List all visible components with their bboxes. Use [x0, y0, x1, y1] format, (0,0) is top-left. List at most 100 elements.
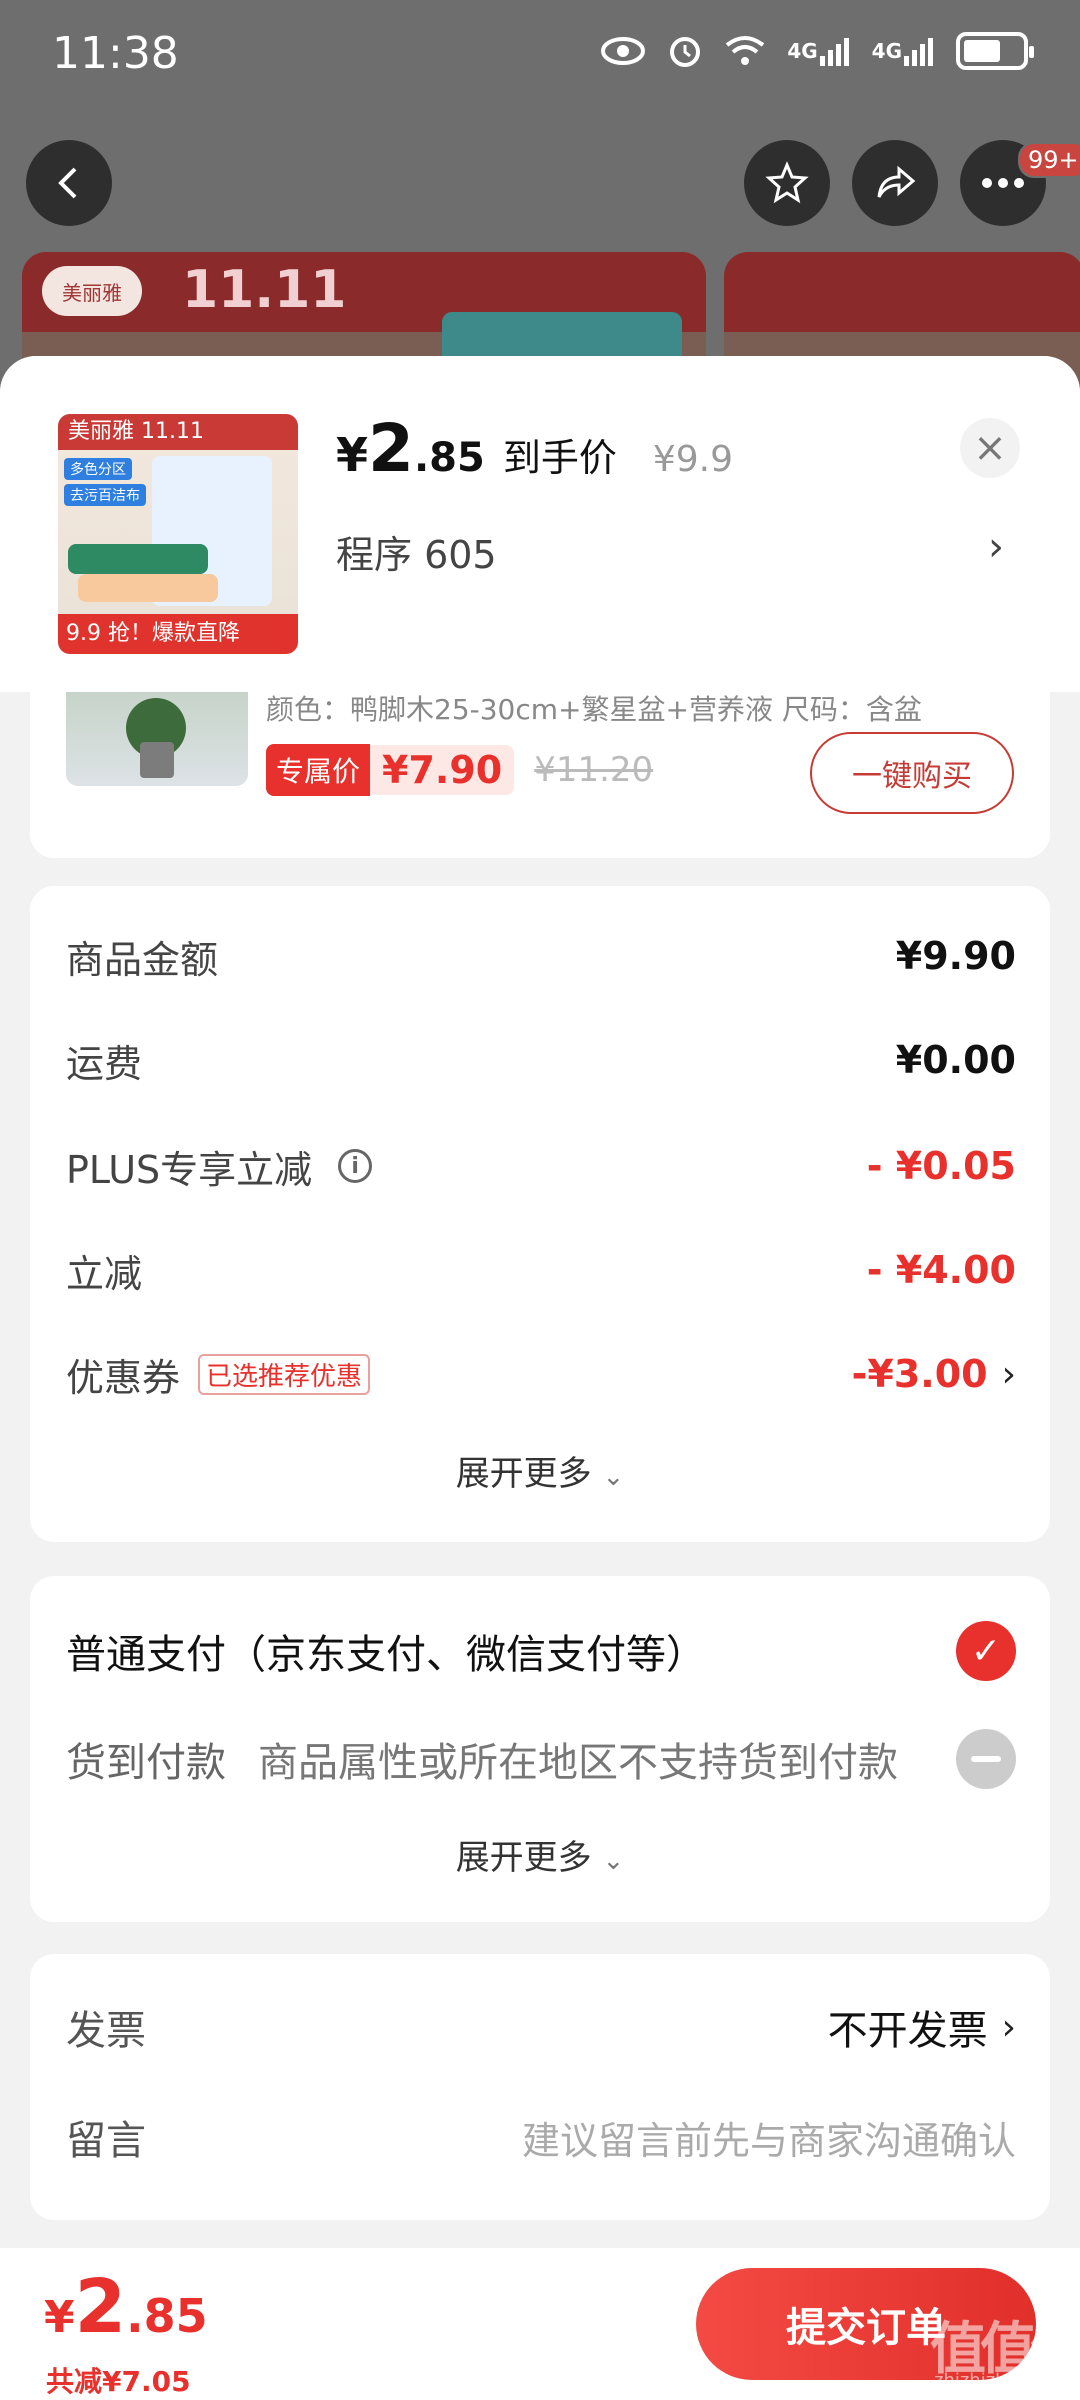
summary-row: 立减 - ¥4.00	[66, 1240, 1016, 1300]
thumb-sponge	[68, 544, 208, 574]
summary-value: - ¥0.05	[866, 1144, 1016, 1188]
top-nav	[0, 140, 1080, 232]
total-price-integer: 2	[74, 2264, 127, 2350]
one-click-buy-button[interactable]: 一键购买	[810, 732, 1014, 814]
network-type-2: 4G	[871, 39, 902, 63]
payment-label: 普通支付（京东支付、微信支付等）	[66, 1632, 706, 1678]
invoice-value: 不开发票	[827, 2008, 988, 2054]
disabled-icon	[956, 1729, 1016, 1789]
recommend-description: 颜色：鸭脚木25-30cm+繁星盆+营养液 尺码：含盆	[266, 693, 922, 722]
thumb-tag: 多色分区	[64, 458, 132, 480]
info-icon[interactable]: i	[338, 1149, 373, 1183]
sheet-header: 美丽雅 11.11 多色分区 去污百洁布 9.9 抢！爆款直降 ¥ 2 .85 …	[0, 356, 1080, 692]
total-price-decimal: .85	[126, 2289, 208, 2343]
expand-more-button[interactable]: 展开更多 ⌄	[30, 1830, 1050, 1879]
banner-brand-logo: 美丽雅	[42, 266, 142, 316]
invoice-row[interactable]: 发票 不开发票 ›	[66, 1994, 1016, 2060]
coupon-label-text: 优惠券	[66, 1355, 181, 1400]
coupon-value: -¥3.00	[851, 1352, 988, 1396]
summary-row: 商品金额 ¥9.90	[66, 926, 1016, 986]
product-price-row: ¥ 2 .85 到手价 ¥9.9	[336, 410, 733, 487]
price-integer: 2	[368, 410, 414, 487]
payment-option-normal[interactable]: 普通支付（京东支付、微信支付等） ✓	[66, 1618, 1016, 1684]
summary-value: - ¥4.00	[866, 1248, 1016, 1292]
status-bar: 11:38 4G 4G	[0, 0, 1080, 115]
spec-selector[interactable]: 程序 605	[336, 524, 497, 579]
thumb-brand: 美丽雅 11.11	[58, 414, 298, 450]
payment-option-cod: 货到付款 商品属性或所在地区不支持货到付款	[66, 1726, 1016, 1792]
summary-row: 运费 ¥0.00	[66, 1030, 1016, 1090]
summary-label: 商品金额	[66, 937, 219, 982]
back-button[interactable]	[26, 140, 112, 226]
wifi-icon	[725, 35, 765, 67]
message-input[interactable]: 建议留言前先与商家沟通确认	[522, 2110, 1016, 2165]
total-saved: 共减¥7.05	[46, 2365, 191, 2398]
price-decimal: .85	[413, 435, 485, 481]
exclusive-price: ¥7.90	[370, 745, 515, 795]
total-price: ¥ 2 .85	[44, 2264, 208, 2350]
share-icon	[877, 165, 916, 198]
payment-card: 普通支付（京东支付、微信支付等） ✓ 货到付款 商品属性或所在地区不支持货到付款…	[30, 1576, 1050, 1922]
recommend-card: 颜色：鸭脚木25-30cm+繁星盆+营养液 尺码：含盆 专属价 ¥7.90 ¥1…	[30, 692, 1050, 858]
price-label: 到手价	[502, 436, 617, 480]
expand-more-button[interactable]: 展开更多 ⌄	[30, 1446, 1050, 1495]
chevron-down-icon: ⌄	[602, 1846, 625, 1876]
message-count-badge: 99+	[1018, 142, 1080, 178]
summary-value: ¥9.90	[895, 934, 1016, 978]
share-button[interactable]	[852, 140, 938, 226]
watermark-url: zhizhizhi.com	[934, 2370, 1056, 2391]
summary-label: 立减	[66, 1251, 143, 1296]
product-thumbnail[interactable]: 美丽雅 11.11 多色分区 去污百洁布 9.9 抢！爆款直降	[58, 414, 298, 654]
recommend-thumbnail[interactable]	[66, 692, 248, 786]
back-icon	[58, 167, 77, 199]
battery-icon	[956, 32, 1034, 70]
more-icon	[982, 178, 1024, 188]
close-button[interactable]: ×	[960, 418, 1020, 478]
invoice-card: 发票 不开发票 › 留言 建议留言前先与商家沟通确认	[30, 1954, 1050, 2220]
price-summary-card: 商品金额 ¥9.90 运费 ¥0.00 PLUS专享立减 i - ¥0.05 立…	[30, 886, 1050, 1542]
invoice-label: 发票	[66, 2008, 146, 2054]
alarm-icon	[667, 33, 703, 69]
summary-value: ¥0.00	[895, 1038, 1016, 1082]
checkout-sheet: 美丽雅 11.11 多色分区 去污百洁布 9.9 抢！爆款直降 ¥ 2 .85 …	[0, 356, 1080, 2400]
chevron-right-icon: ›	[1001, 2006, 1016, 2048]
chevron-right-icon: ›	[1001, 1353, 1016, 1395]
network-type-1: 4G	[787, 39, 818, 63]
exclusive-price-tag: 专属价	[266, 744, 371, 796]
recommend-price-row: 专属价 ¥7.90 ¥11.20	[266, 744, 653, 796]
bottom-bar: ¥ 2 .85 共减¥7.05 提交订单 值值值 zhizhizhi.com	[0, 2248, 1080, 2400]
expand-more-label: 展开更多	[455, 1838, 592, 1878]
chevron-right-icon[interactable]: ›	[988, 524, 1004, 570]
thumb-promo: 9.9 抢！爆款直降	[58, 614, 298, 654]
total-price-symbol: ¥	[44, 2292, 75, 2343]
checkmark-icon[interactable]: ✓	[956, 1621, 1016, 1681]
coupon-row[interactable]: 优惠券 已选推荐优惠 -¥3.00 ›	[66, 1344, 1016, 1404]
price-symbol: ¥	[336, 428, 369, 482]
expand-more-label: 展开更多	[455, 1454, 592, 1494]
favorite-button[interactable]	[744, 140, 830, 226]
cod-note: 商品属性或所在地区不支持货到付款	[258, 1740, 898, 1786]
vase-image	[140, 742, 174, 778]
close-icon: ×	[973, 425, 1007, 471]
payment-label: 货到付款	[66, 1740, 226, 1786]
status-time: 11:38	[52, 28, 179, 79]
message-label: 留言	[66, 2118, 146, 2164]
message-row[interactable]: 留言 建议留言前先与商家沟通确认	[66, 2104, 1016, 2170]
recommend-old-price: ¥11.20	[534, 750, 654, 790]
star-icon	[765, 161, 809, 204]
banner-strip	[724, 252, 1080, 332]
thumb-sponge	[78, 574, 218, 602]
original-price: ¥9.9	[652, 439, 733, 480]
coupon-value-wrap: -¥3.00 ›	[852, 1352, 1016, 1396]
summary-row: PLUS专享立减 i - ¥0.05	[66, 1136, 1016, 1196]
thumb-tag: 去污百洁布	[64, 484, 146, 506]
signal-icon: 4G	[787, 36, 849, 66]
banner-event-logo: 11.11	[182, 260, 347, 320]
status-icons: 4G 4G	[601, 32, 1034, 70]
coupon-tag: 已选推荐优惠	[198, 1353, 371, 1395]
invoice-value-wrap: 不开发票 ›	[828, 1998, 1016, 2056]
summary-label: 运费	[66, 1041, 143, 1086]
signal-icon: 4G	[872, 36, 934, 66]
chevron-down-icon: ⌄	[602, 1462, 625, 1492]
coupon-label: 优惠券 已选推荐优惠	[66, 1347, 371, 1402]
